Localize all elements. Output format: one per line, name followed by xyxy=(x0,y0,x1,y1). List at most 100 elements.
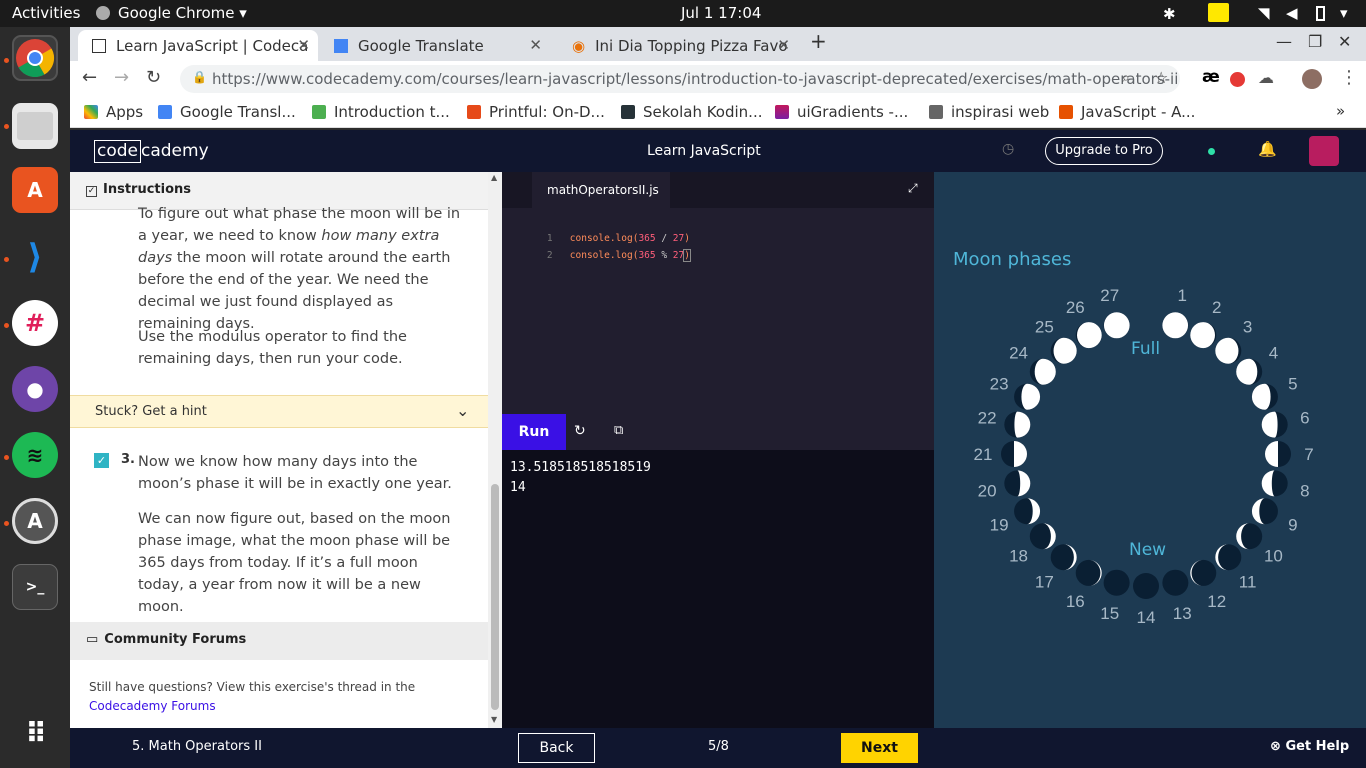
moon-day-label: 5 xyxy=(1288,374,1297,393)
address-bar[interactable]: 🔒 https://www.codecademy.com/courses/lea… xyxy=(180,65,1180,93)
show-apps-icon[interactable]: ⠿ xyxy=(12,710,58,756)
bookmark-apps[interactable]: Apps xyxy=(84,103,143,121)
tab-pizza[interactable]: ◉ Ini Dia Topping Pizza Favo ✕ xyxy=(558,30,798,61)
moon-day-label: 6 xyxy=(1300,409,1309,428)
back-arrow-icon[interactable]: ← xyxy=(82,67,97,88)
moon-phase-9 xyxy=(1251,498,1278,525)
moon-phase-6 xyxy=(1261,411,1288,438)
chrome-icon[interactable] xyxy=(12,35,58,81)
files-icon[interactable] xyxy=(12,103,58,149)
notes-tray-icon[interactable] xyxy=(1208,3,1229,22)
task-checkbox[interactable]: ✓ xyxy=(94,453,109,468)
forums-link[interactable]: Codecademy Forums xyxy=(89,699,216,713)
slack-tray-icon[interactable]: ✱ xyxy=(1163,5,1176,23)
copy-icon[interactable]: ⧉ xyxy=(614,423,623,438)
github-icon[interactable]: ● xyxy=(12,366,58,412)
moon-phase-1 xyxy=(1162,312,1189,339)
app-menu[interactable]: Google Chrome ▾ xyxy=(118,4,247,22)
reset-icon[interactable]: ↻ xyxy=(574,423,586,439)
expand-icon[interactable]: ⤢ xyxy=(908,181,918,196)
dock: A ⟩ # ● ≋ A >_ ⠿ xyxy=(0,27,70,768)
scroll-thumb[interactable] xyxy=(491,484,499,710)
folder-icon xyxy=(929,105,943,119)
slack-icon[interactable]: # xyxy=(12,300,58,346)
task-text: Now we know how many days into the moon’… xyxy=(138,454,452,492)
tab-google-translate[interactable]: Google Translate ✕ xyxy=(320,30,550,61)
code-editor[interactable]: mathOperatorsII.js ⤢ 1 console.log(365 /… xyxy=(502,172,934,414)
moon-phase-8 xyxy=(1261,470,1288,497)
moon-phase-17 xyxy=(1050,544,1077,571)
ae-extension-icon[interactable]: æ xyxy=(1202,67,1220,87)
reload-icon[interactable]: ↻ xyxy=(146,67,161,88)
forums-text: Still have questions? View this exercise… xyxy=(89,680,416,713)
codecademy-logo[interactable]: code cademy xyxy=(94,140,209,163)
activities-button[interactable]: Activities xyxy=(12,4,80,22)
moon-phase-5 xyxy=(1251,383,1278,410)
close-tab-icon[interactable]: ✕ xyxy=(777,36,790,54)
bookmark-folder-inspirasi[interactable]: inspirasi web xyxy=(929,103,1049,121)
system-menu-icon[interactable]: ▾ xyxy=(1340,4,1348,22)
updater-icon[interactable]: A xyxy=(12,498,58,544)
moon-day-label: 1 xyxy=(1178,286,1187,305)
close-window-button[interactable]: ✕ xyxy=(1338,32,1351,51)
close-tab-icon[interactable]: ✕ xyxy=(529,36,542,54)
spotify-icon[interactable]: ≋ xyxy=(12,432,58,478)
js-icon xyxy=(1059,105,1073,119)
bookmark-google-translate[interactable]: Google Transl... xyxy=(158,103,296,121)
moon-phase-14 xyxy=(1133,573,1159,599)
clock[interactable]: Jul 1 17:04 xyxy=(681,4,761,22)
moon-day-label: 16 xyxy=(1066,592,1085,611)
moon-day-label: 3 xyxy=(1243,318,1252,337)
bookmark-uigradients[interactable]: uiGradients -... xyxy=(775,103,908,121)
more-bookmarks-icon[interactable]: » xyxy=(1336,102,1345,120)
moon-phase-16 xyxy=(1075,559,1102,586)
tab-codecademy[interactable]: Learn JavaScript | Codeca ✕ xyxy=(78,30,318,61)
cloud-extension-icon[interactable]: ☁ xyxy=(1258,68,1274,87)
hint-dropdown[interactable]: Stuck? Get a hint ⌄ xyxy=(70,395,488,428)
moon-day-label: 25 xyxy=(1035,318,1054,337)
close-tab-icon[interactable]: ✕ xyxy=(297,36,310,54)
bookmark-introduction[interactable]: Introduction t... xyxy=(312,103,450,121)
zoom-icon[interactable]: ⌕ xyxy=(1122,70,1130,86)
battery-icon[interactable] xyxy=(1316,6,1325,21)
bookmark-sekolah-koding[interactable]: Sekolah Kodin... xyxy=(621,103,762,121)
software-center-icon[interactable]: A xyxy=(12,167,58,213)
new-tab-button[interactable]: + xyxy=(810,29,827,53)
bookmark-printful[interactable]: Printful: On-D... xyxy=(467,103,605,121)
chrome-menu-icon[interactable]: ⋮ xyxy=(1340,67,1358,88)
running-indicator xyxy=(4,124,9,129)
minimize-button[interactable]: — xyxy=(1276,32,1292,51)
back-button[interactable]: Back xyxy=(518,733,595,763)
wifi-icon[interactable]: ◥ xyxy=(1258,4,1270,22)
translate-favicon xyxy=(334,38,348,53)
moon-phase-26 xyxy=(1075,322,1102,349)
get-help-button[interactable]: ⊗ Get Help xyxy=(1270,739,1349,754)
bookmark-javascript[interactable]: JavaScript - A... xyxy=(1059,103,1195,121)
file-tab[interactable]: mathOperatorsII.js xyxy=(532,172,670,208)
moon-phase-20 xyxy=(1004,470,1031,497)
bookmark-star-icon[interactable]: ☆ xyxy=(1154,68,1168,87)
scroll-up-arrow[interactable]: ▲ xyxy=(491,173,497,182)
next-button[interactable]: Next xyxy=(841,733,918,763)
terminal-icon[interactable]: >_ xyxy=(12,564,58,610)
bell-icon[interactable]: 🔔 xyxy=(1258,140,1277,158)
scroll-down-arrow[interactable]: ▼ xyxy=(491,715,497,724)
user-avatar[interactable] xyxy=(1309,136,1339,166)
instructions-scrollbar[interactable]: ▲ ▼ xyxy=(488,172,502,728)
record-extension-icon[interactable] xyxy=(1230,72,1245,87)
bookmarks-bar: Apps Google Transl... Introduction t... … xyxy=(70,97,1366,128)
moon-phase-27 xyxy=(1103,312,1130,339)
forward-arrow-icon[interactable]: → xyxy=(114,67,129,88)
moon-phase-3 xyxy=(1215,337,1242,364)
profile-avatar[interactable] xyxy=(1302,69,1322,89)
checkbox-icon: ✓ xyxy=(86,186,97,197)
timer-icon[interactable]: ◷ xyxy=(1002,141,1014,157)
upgrade-button[interactable]: Upgrade to Pro xyxy=(1045,137,1163,165)
moon-day-label: 18 xyxy=(1009,547,1028,566)
maximize-button[interactable]: ❐ xyxy=(1308,32,1322,51)
run-button[interactable]: Run xyxy=(502,414,566,450)
moon-day-label: 20 xyxy=(978,481,997,500)
volume-icon[interactable]: ◀ xyxy=(1286,4,1298,22)
vscode-icon[interactable]: ⟩ xyxy=(12,234,58,280)
running-indicator xyxy=(4,323,9,328)
